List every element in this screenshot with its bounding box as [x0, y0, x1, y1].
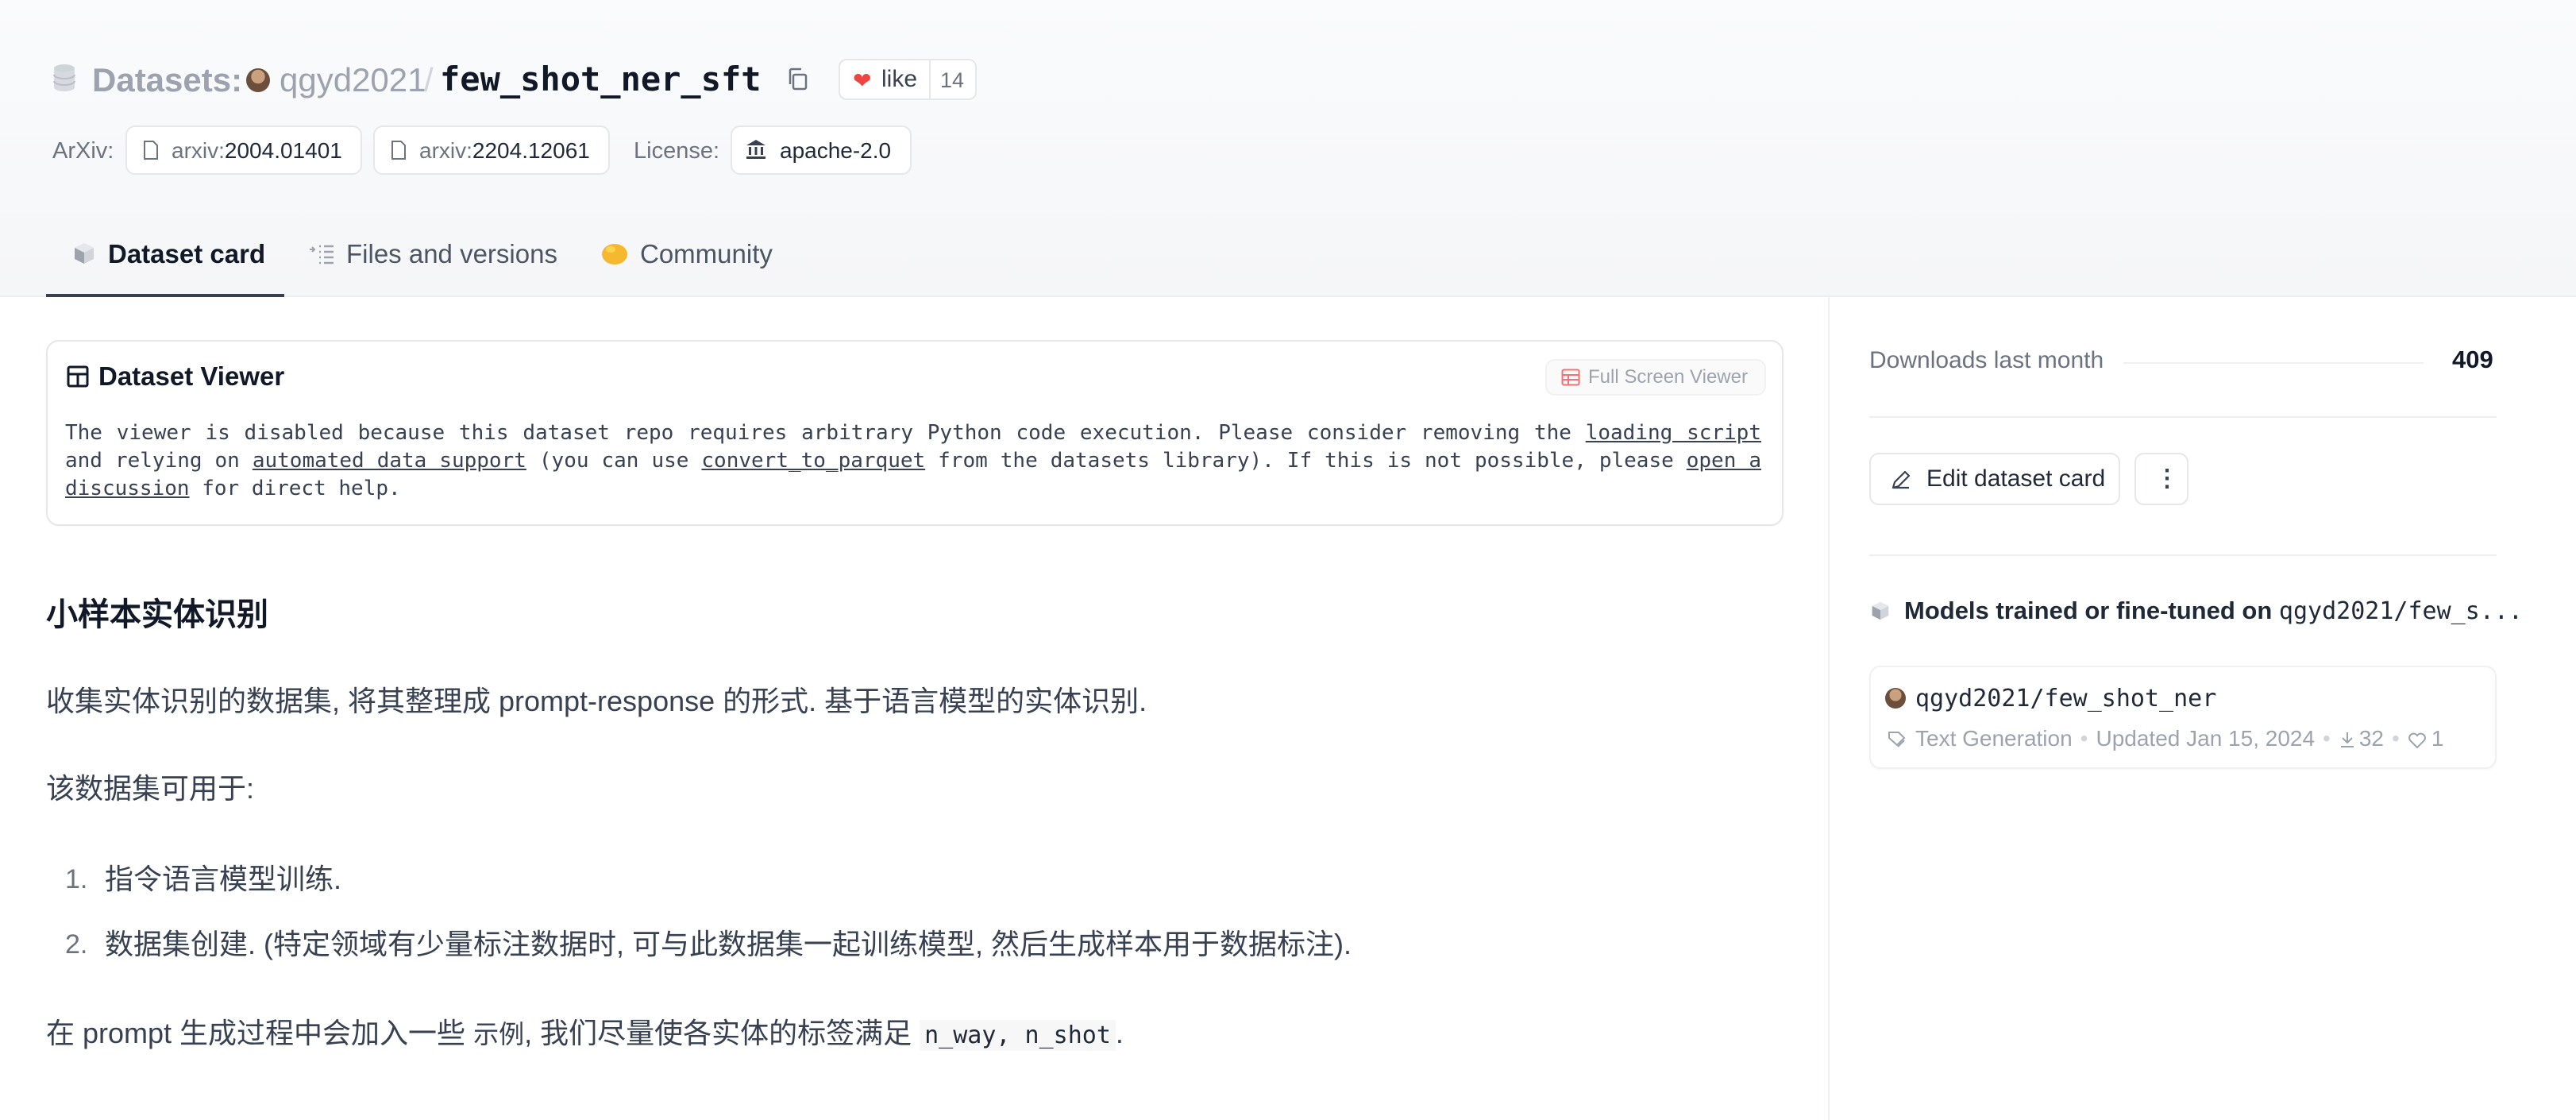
- download-icon: [2340, 732, 2354, 747]
- files-icon: [308, 243, 335, 265]
- intro-paragraph: 收集实体识别的数据集, 将其整理成 prompt-response 的形式. 基…: [46, 685, 1147, 717]
- table-icon: [67, 365, 89, 388]
- pencil-icon: [1892, 470, 1911, 489]
- cube-icon: [73, 241, 95, 265]
- tab-files-and-versions[interactable]: Files and versions: [346, 237, 557, 272]
- avatar: [1885, 688, 1906, 709]
- loading-script-link[interactable]: loading script: [1586, 421, 1761, 445]
- usage-paragraph: 该数据集可用于:: [46, 772, 255, 805]
- downloads-label: Downloads last month: [1869, 347, 2104, 373]
- content-heading: 小样本实体识别: [46, 597, 268, 632]
- owner-link[interactable]: qgyd2021: [280, 57, 426, 103]
- database-icon: [53, 64, 75, 91]
- convert-to-parquet-link[interactable]: convert_to_parquet: [701, 449, 925, 473]
- more-options-icon[interactable]: ⋮: [2155, 459, 2179, 499]
- model-name[interactable]: qgyd2021/few_shot_ner: [1915, 682, 2216, 716]
- viewer-title: Dataset Viewer: [98, 361, 285, 391]
- sidebar-separator: [1869, 416, 2497, 418]
- path-separator: /: [424, 61, 434, 98]
- like-label[interactable]: like: [881, 64, 917, 95]
- list-item-number: 2.: [65, 929, 88, 960]
- list-item: 指令语言模型训练.: [105, 863, 342, 895]
- list-item-number: 1.: [65, 864, 88, 894]
- model-meta: Text Generation • Updated Jan 15, 2024 • 32 •…: [1887, 723, 2443, 755]
- repo-name[interactable]: few_shot_ner_sft: [440, 56, 762, 103]
- license-value[interactable]: apache-2.0: [780, 135, 891, 167]
- tab-community[interactable]: Community: [640, 237, 773, 272]
- list-item: 数据集创建. (特定领域有少量标注数据时, 可与此数据集一起训练模型, 然后生成…: [105, 928, 1352, 960]
- community-icon: [600, 240, 629, 267]
- avatar: [246, 68, 270, 92]
- downloads-value: 409: [2452, 346, 2493, 373]
- arxiv-chip-label[interactable]: arxiv:2004.01401: [172, 135, 342, 167]
- viewer-disabled-message: The viewer is disabled because this data…: [65, 421, 1762, 500]
- like-divider: [929, 60, 931, 98]
- document-icon: [144, 141, 158, 160]
- copy-icon[interactable]: [786, 67, 810, 92]
- text-generation-icon: [1888, 732, 1906, 747]
- sidebar-divider: [1828, 297, 1830, 1120]
- downloads-sparkline: [2123, 362, 2424, 364]
- heart-icon: [2408, 732, 2426, 749]
- bank-icon: [746, 140, 765, 159]
- heart-icon: ❤: [853, 68, 872, 93]
- document-icon: [391, 141, 406, 160]
- cube-icon: [1872, 601, 1889, 620]
- arxiv-label: ArXiv:: [52, 138, 114, 164]
- section-label[interactable]: Datasets:: [92, 57, 242, 103]
- tabs-divider: [0, 295, 2576, 297]
- license-label: License:: [634, 138, 720, 164]
- table-icon: [1561, 369, 1580, 386]
- full-screen-viewer-label[interactable]: Full Screen Viewer: [1588, 364, 1748, 391]
- like-count[interactable]: 14: [940, 67, 964, 94]
- prompt-paragraph: 在 prompt 生成过程中会加入一些 示例, 我们尽量使各实体的标签满足 n_…: [46, 1017, 1124, 1051]
- edit-dataset-card-label[interactable]: Edit dataset card: [1926, 462, 2105, 496]
- automated-data-support-link[interactable]: automated data support: [253, 449, 526, 473]
- arxiv-chip-label[interactable]: arxiv:2204.12061: [419, 135, 590, 167]
- sidebar-separator: [1869, 554, 2497, 556]
- models-section-title: Models trained or fine-tuned on qgyd2021…: [1904, 597, 2523, 625]
- tab-dataset-card[interactable]: Dataset card: [108, 237, 265, 272]
- active-tab-indicator: [46, 294, 284, 297]
